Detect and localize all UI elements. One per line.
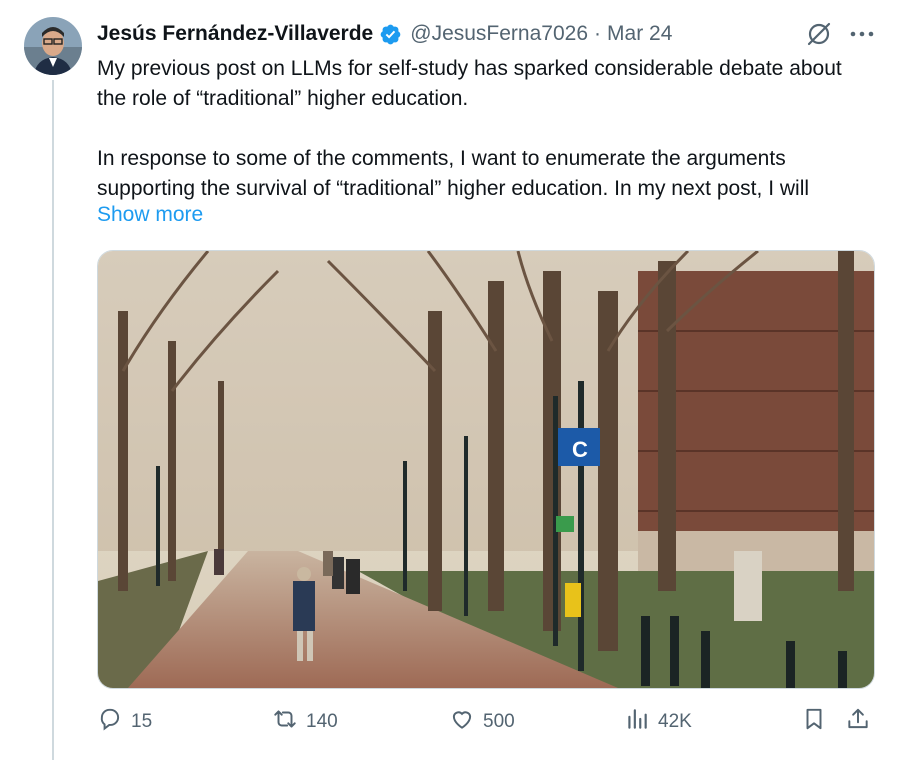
separator-dot: · [594,22,602,45]
share-button[interactable] [845,704,871,740]
thread-line [52,80,54,760]
post-image[interactable]: C [97,250,875,689]
analytics-icon [624,706,650,738]
like-button[interactable]: 500 [449,704,515,740]
repost-button[interactable]: 140 [272,704,338,740]
more-options-icon[interactable] [848,20,876,48]
bookmark-icon [801,706,827,738]
avatar[interactable] [24,17,82,75]
emergency-sign-letter: C [572,437,588,462]
repost-icon [272,706,298,738]
campus-walkway-photo: C [98,251,874,688]
post-paragraph-2: In response to some of the comments, I w… [97,147,810,200]
post-header: Jesús Fernández-Villaverde @JesusFerna70… [97,20,672,48]
post-paragraph-1: My previous post on LLMs for self-study … [97,57,842,110]
heart-icon [449,706,475,738]
show-more-link[interactable]: Show more [97,203,203,227]
action-bar: 15 140 500 42K [97,704,873,740]
share-icon [845,706,871,738]
verified-badge-icon [379,23,402,46]
reply-icon [97,706,123,738]
reply-button[interactable]: 15 [97,704,152,740]
view-count: 42K [658,711,692,732]
like-count: 500 [483,711,515,732]
views-button[interactable]: 42K [624,704,692,740]
author-name[interactable]: Jesús Fernández-Villaverde [97,22,373,46]
avatar-image [24,17,82,75]
grok-icon[interactable] [805,20,833,48]
bookmark-button[interactable] [801,704,827,740]
post-text: My previous post on LLMs for self-study … [97,54,867,204]
reply-count: 15 [131,711,153,732]
author-handle[interactable]: @JesusFerna7026 [410,22,588,46]
repost-count: 140 [306,711,338,732]
post-date[interactable]: Mar 24 [607,22,672,46]
